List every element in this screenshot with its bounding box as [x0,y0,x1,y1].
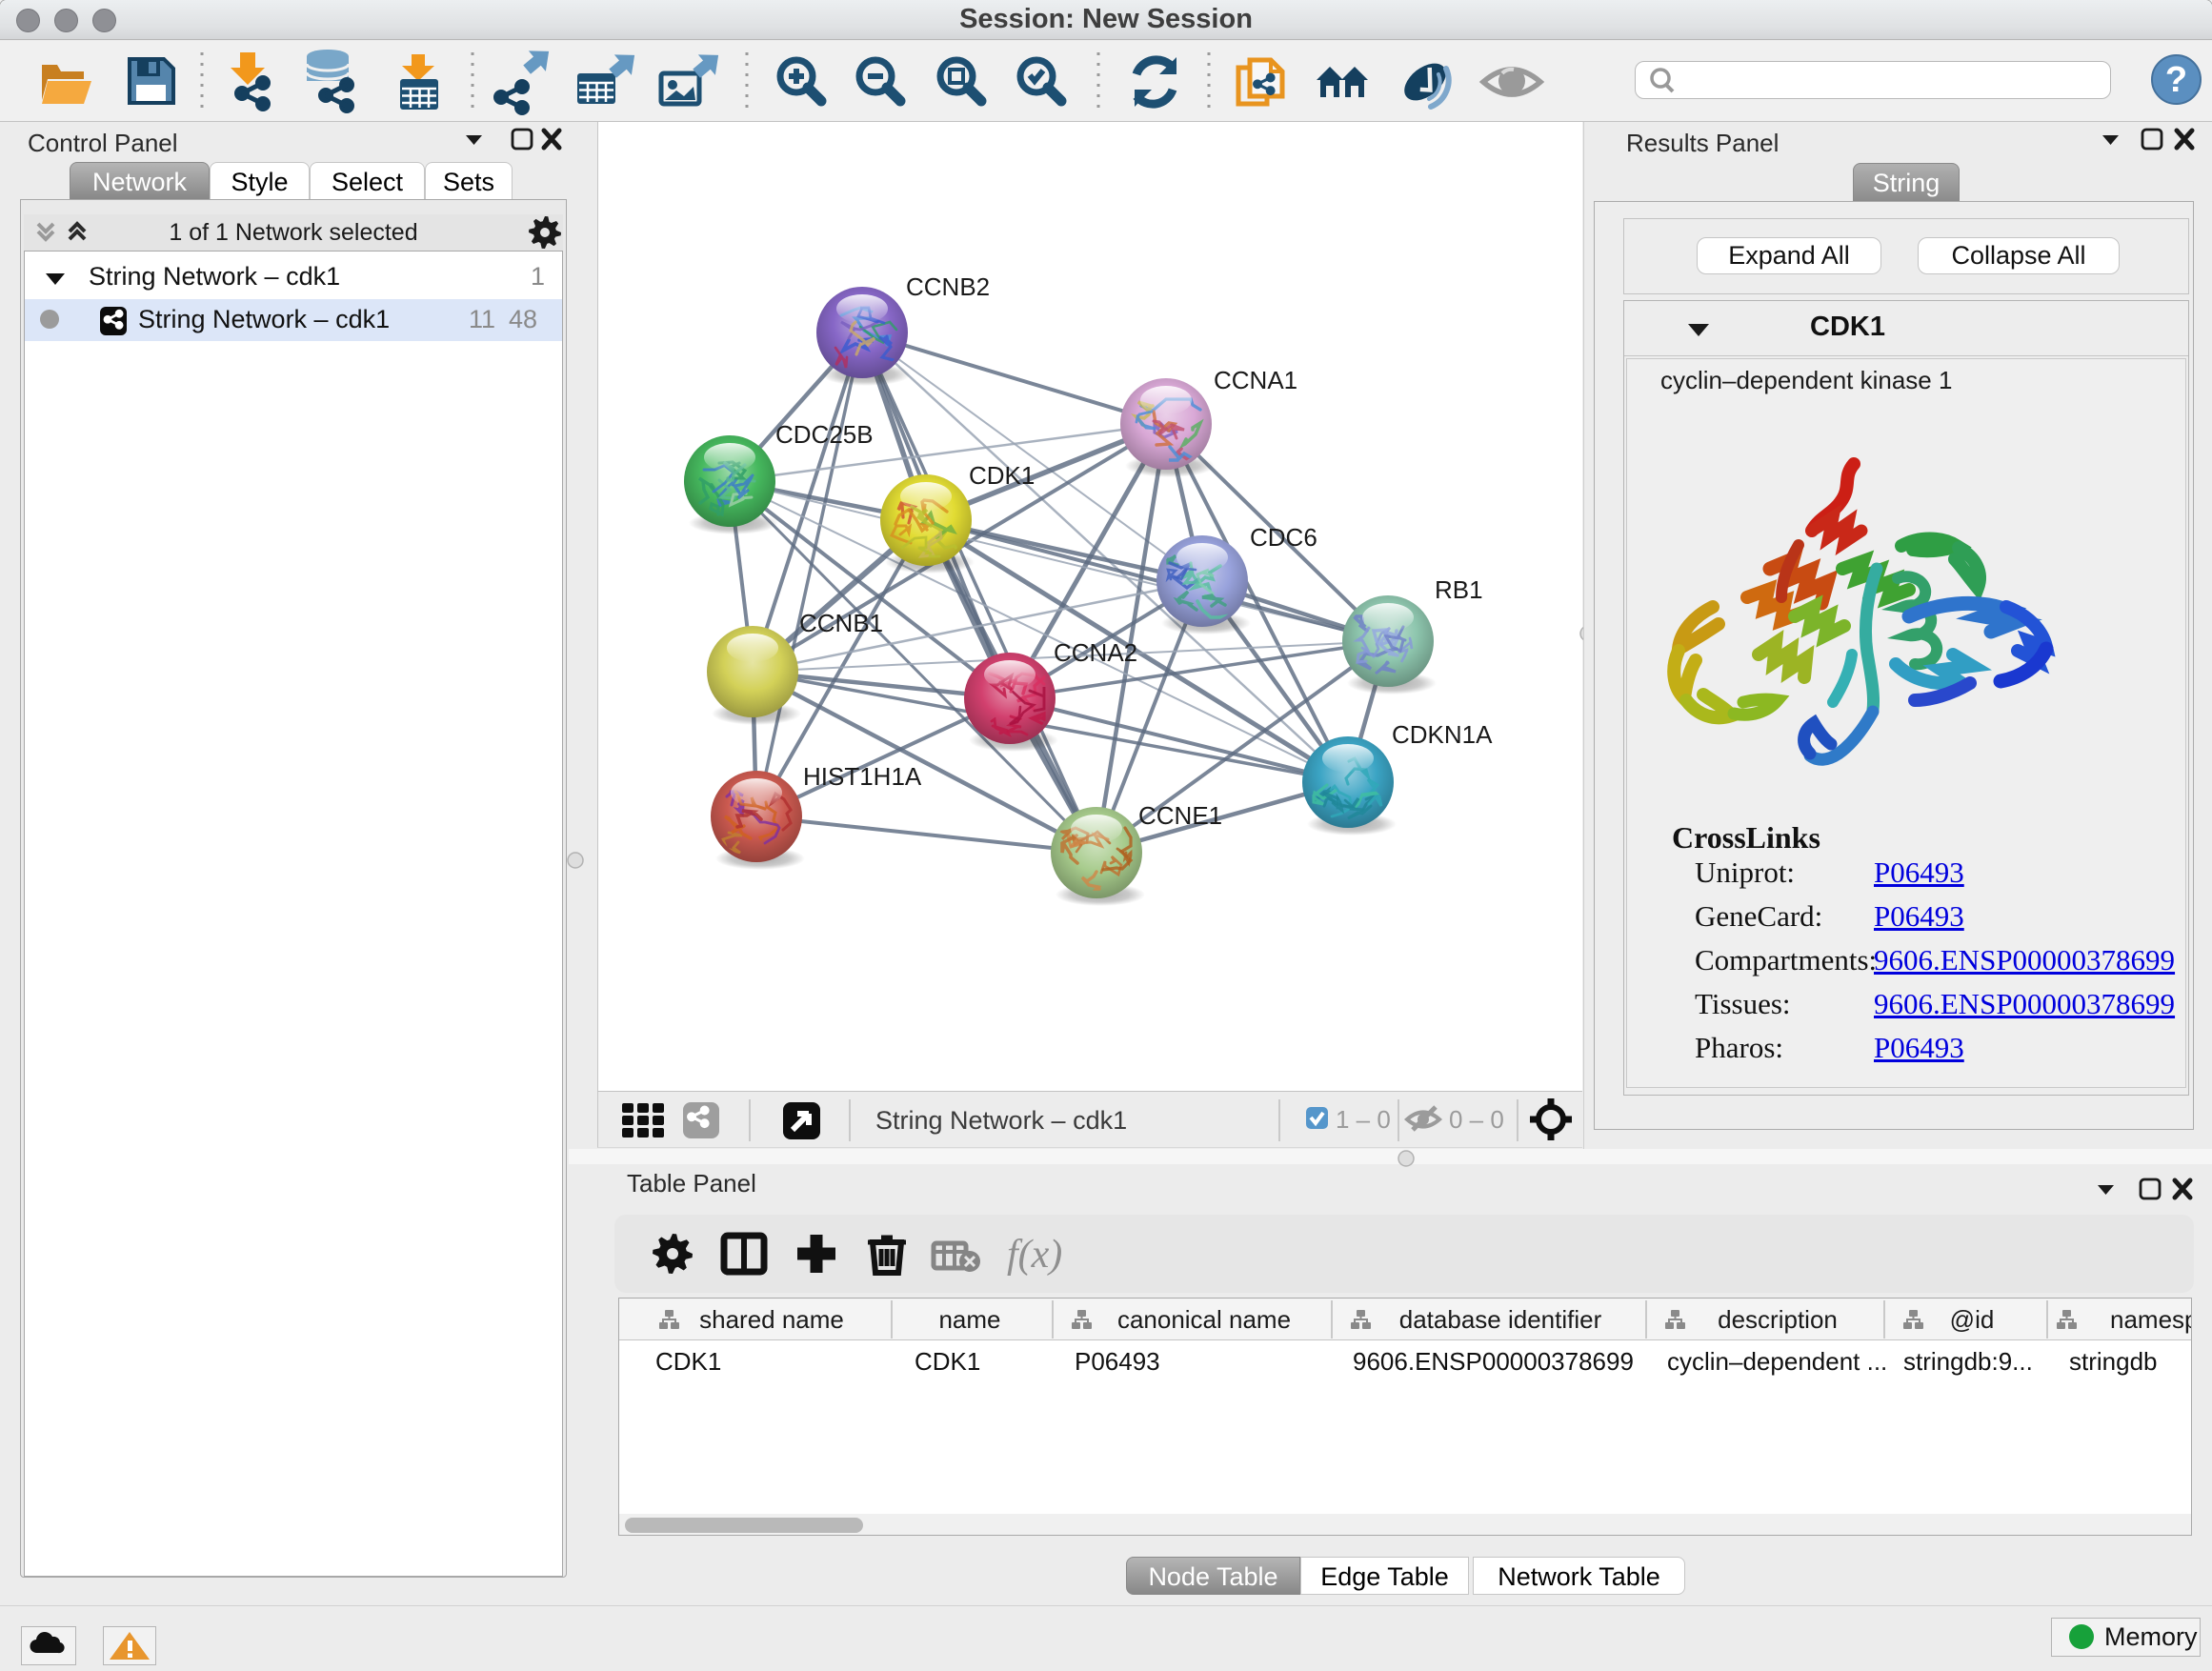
svg-text:CCNA1: CCNA1 [1214,366,1297,394]
svg-text:0 – 0: 0 – 0 [1449,1105,1504,1134]
svg-text:CDC6: CDC6 [1250,523,1317,552]
svg-text:CDK1: CDK1 [969,461,1035,490]
svg-text:stringdb:9...: stringdb:9... [1903,1347,2033,1376]
svg-text:RB1: RB1 [1435,575,1483,604]
svg-text:f(x): f(x) [1007,1233,1062,1277]
svg-text:CDK1: CDK1 [655,1347,721,1376]
svg-text:@id: @id [1950,1305,1995,1334]
svg-text:namespace: namespace [2110,1305,2192,1334]
svg-text:CDKN1A: CDKN1A [1392,720,1493,749]
svg-text:CCNB2: CCNB2 [906,272,990,301]
svg-text:database identifier: database identifier [1399,1305,1602,1334]
svg-text:HIST1H1A: HIST1H1A [803,762,922,791]
svg-text:1 – 0: 1 – 0 [1336,1105,1391,1134]
svg-text:9606.ENSP00000378699: 9606.ENSP00000378699 [1353,1347,1634,1376]
svg-text:shared name: shared name [699,1305,844,1334]
svg-text:CDC25B: CDC25B [775,420,874,449]
svg-text:name: name [938,1305,1000,1334]
svg-text:stringdb: stringdb [2069,1347,2158,1376]
svg-text:CCNB1: CCNB1 [799,609,883,637]
svg-text:canonical name: canonical name [1117,1305,1291,1334]
svg-text:CCNE1: CCNE1 [1138,801,1222,830]
svg-text:CDK1: CDK1 [915,1347,980,1376]
svg-text:cyclin–dependent ...: cyclin–dependent ... [1667,1347,1887,1376]
svg-text:CCNA2: CCNA2 [1054,638,1137,667]
svg-text:description: description [1718,1305,1838,1334]
svg-text:P06493: P06493 [1075,1347,1160,1376]
svg-text:String Network – cdk1: String Network – cdk1 [875,1106,1127,1135]
